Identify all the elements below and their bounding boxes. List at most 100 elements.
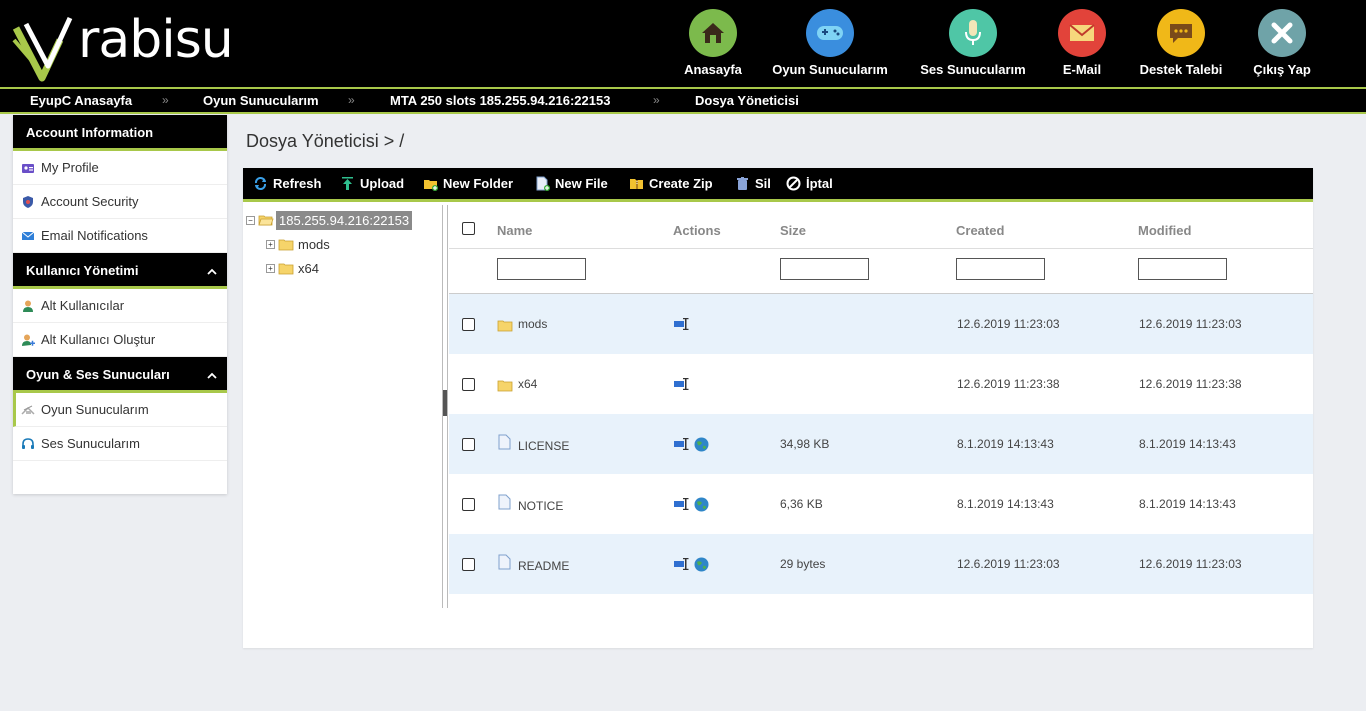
table-row[interactable]: LICENSE 34,98 KB 8.1.2019 14:13:43 8.1.2…: [449, 414, 1313, 474]
rename-icon[interactable]: [673, 377, 690, 391]
globe-icon[interactable]: [694, 497, 709, 512]
nav-destek-talebi[interactable]: Destek Talebi: [1131, 9, 1231, 77]
breadcrumb-item-file-manager: Dosya Yöneticisi: [695, 93, 799, 108]
rename-icon[interactable]: [673, 557, 690, 571]
home-icon: [689, 9, 737, 57]
nav-oyun-sunuculari[interactable]: Oyun Sunucularım: [765, 9, 895, 77]
breadcrumb-item-game-servers[interactable]: Oyun Sunucularım: [203, 93, 319, 108]
nav-anasayfa[interactable]: Anasayfa: [678, 9, 748, 77]
rabisu-logo[interactable]: rabisu: [12, 10, 242, 82]
upload-button[interactable]: Upload: [340, 176, 404, 191]
rename-icon[interactable]: [673, 497, 690, 511]
refresh-icon: [255, 176, 266, 191]
new-file-button[interactable]: New File: [535, 176, 608, 191]
folder-icon: [497, 380, 513, 392]
new-folder-button[interactable]: New Folder: [423, 176, 513, 191]
row-checkbox[interactable]: [462, 378, 475, 391]
sidebar-section-oyun-ses-sunuculari[interactable]: Oyun & Ses Sunucuları: [13, 357, 227, 393]
row-checkbox[interactable]: [462, 558, 475, 571]
row-name[interactable]: LICENSE: [518, 439, 569, 453]
page-title: Dosya Yöneticisi > /: [246, 131, 405, 151]
table-row[interactable]: NOTICE 6,36 KB 8.1.2019 14:13:43 8.1.201…: [449, 474, 1313, 534]
sidebar-item-ses-sunuculari[interactable]: Ses Sunucularım: [13, 427, 227, 461]
row-name[interactable]: x64: [518, 377, 537, 391]
folder-open-icon: [258, 215, 274, 226]
id-card-icon: [22, 164, 34, 173]
row-name[interactable]: NOTICE: [518, 499, 563, 513]
tree-root-label: 185.255.94.216:22153: [276, 211, 413, 230]
sidebar-section-account-information: Account Information: [13, 115, 227, 151]
breadcrumb-separator: »: [348, 93, 355, 107]
nav-ses-sunuculari[interactable]: Ses Sunucularım: [913, 9, 1033, 77]
sidebar-item-oyun-sunuculari[interactable]: Oyun Sunucularım: [13, 393, 227, 427]
sidebar-item-label: My Profile: [41, 160, 99, 175]
column-header-created[interactable]: Created: [956, 223, 1004, 238]
row-checkbox[interactable]: [462, 438, 475, 451]
expand-icon[interactable]: +: [266, 240, 275, 249]
table-row[interactable]: mods 12.6.2019 11:23:03 12.6.2019 11:23:…: [449, 294, 1313, 354]
chat-bubble-icon: [1157, 9, 1205, 57]
table-row[interactable]: README 29 bytes 12.6.2019 11:23:03 12.6.…: [449, 534, 1313, 594]
column-header-size[interactable]: Size: [780, 223, 806, 238]
cancel-button[interactable]: İptal: [786, 176, 833, 191]
row-name[interactable]: README: [518, 559, 569, 573]
tree-node-x64[interactable]: + x64: [266, 261, 319, 276]
sidebar: Account Information My Profile Account S…: [13, 115, 227, 494]
gamepad-icon: [806, 9, 854, 57]
new-file-label: New File: [555, 176, 608, 191]
grid-header: Name Actions Size Created Modified: [449, 205, 1313, 249]
splitter-handle[interactable]: [443, 390, 447, 416]
create-zip-button[interactable]: Create Zip: [629, 176, 713, 191]
refresh-button[interactable]: Refresh: [253, 176, 321, 191]
chevron-up-icon[interactable]: [207, 264, 217, 278]
row-created: 8.1.2019 14:13:43: [957, 437, 1054, 451]
rename-icon[interactable]: [673, 317, 690, 331]
chevron-up-icon[interactable]: [207, 368, 217, 382]
tree-node-root[interactable]: − 185.255.94.216:22153: [246, 211, 413, 230]
sidebar-item-label: Email Notifications: [41, 228, 148, 243]
sidebar-item-email-notifications[interactable]: Email Notifications: [13, 219, 227, 253]
column-header-modified[interactable]: Modified: [1138, 223, 1191, 238]
row-created: 12.6.2019 11:23:38: [957, 377, 1060, 391]
tree-node-mods[interactable]: + mods: [266, 237, 330, 252]
rename-icon[interactable]: [673, 437, 690, 451]
size-filter-input[interactable]: [780, 258, 869, 280]
delete-button[interactable]: Sil: [735, 176, 771, 191]
select-all-checkbox[interactable]: [462, 222, 475, 235]
sidebar-item-my-profile[interactable]: My Profile: [13, 151, 227, 185]
sidebar-item-account-security[interactable]: Account Security: [13, 185, 227, 219]
zip-icon: [630, 179, 643, 189]
column-header-name[interactable]: Name: [497, 223, 532, 238]
nav-label: E-Mail: [1062, 62, 1102, 77]
row-checkbox[interactable]: [462, 318, 475, 331]
breadcrumb-item-server[interactable]: MTA 250 slots 185.255.94.216:22153: [390, 93, 610, 108]
globe-icon[interactable]: [694, 437, 709, 452]
globe-icon[interactable]: [694, 557, 709, 572]
file-icon: [498, 554, 511, 570]
table-row[interactable]: x64 12.6.2019 11:23:38 12.6.2019 11:23:3…: [449, 354, 1313, 414]
nav-label: Ses Sunucularım: [920, 62, 1026, 77]
name-filter-input[interactable]: [497, 258, 586, 280]
nav-cikis-yap[interactable]: Çıkış Yap: [1247, 9, 1317, 77]
folder-icon: [278, 239, 294, 251]
cancel-icon: [786, 176, 801, 191]
breadcrumb-item-home[interactable]: EyupC Anasayfa: [30, 93, 132, 108]
collapse-icon[interactable]: −: [246, 216, 255, 225]
sidebar-item-alt-kullanicilar[interactable]: Alt Kullanıcılar: [13, 289, 227, 323]
nav-email[interactable]: E-Mail: [1052, 9, 1112, 77]
file-icon: [498, 434, 511, 450]
create-zip-label: Create Zip: [649, 176, 713, 191]
nav-label: Oyun Sunucularım: [772, 62, 888, 77]
row-created: 8.1.2019 14:13:43: [957, 497, 1054, 511]
breadcrumb-separator: »: [653, 93, 660, 107]
close-icon: [1258, 9, 1306, 57]
sidebar-section-kullanici-yonetimi[interactable]: Kullanıcı Yönetimi: [13, 253, 227, 289]
new-folder-label: New Folder: [443, 176, 514, 191]
sidebar-item-alt-kullanici-olustur[interactable]: Alt Kullanıcı Oluştur: [13, 323, 227, 357]
created-filter-input[interactable]: [956, 258, 1045, 280]
breadcrumb-separator: »: [162, 93, 169, 107]
row-name[interactable]: mods: [518, 317, 547, 331]
modified-filter-input[interactable]: [1138, 258, 1227, 280]
row-checkbox[interactable]: [462, 498, 475, 511]
expand-icon[interactable]: +: [266, 264, 275, 273]
